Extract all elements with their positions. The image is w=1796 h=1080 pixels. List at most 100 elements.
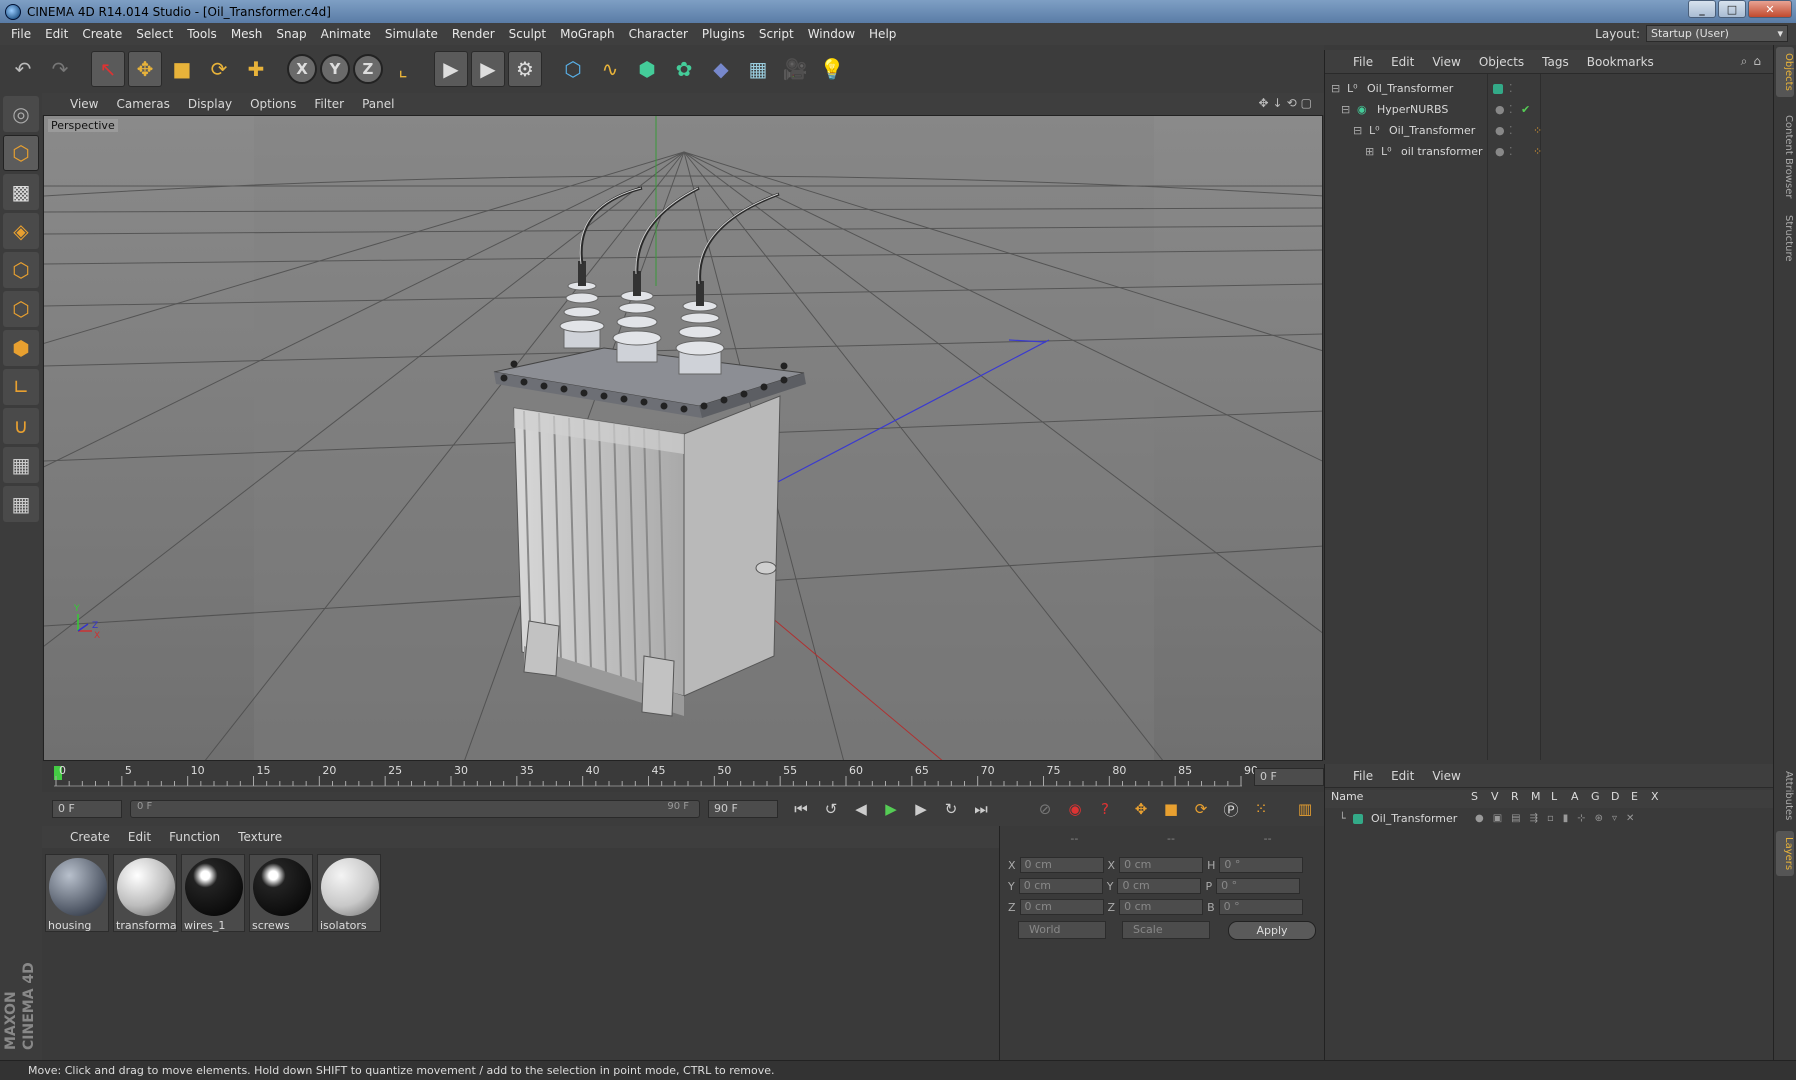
axis-mode-icon[interactable]: ∟ (3, 369, 39, 405)
visibility-dots-icon[interactable]: ⁚ (1509, 124, 1513, 137)
layer-col-xref[interactable]: X (1651, 790, 1671, 808)
viewport-menu-panel[interactable]: Panel (362, 97, 406, 111)
objects-search-icon[interactable]: ⌕⌂ (1741, 54, 1767, 69)
apply-button[interactable]: Apply (1228, 921, 1316, 940)
menu-edit[interactable]: Edit (38, 27, 75, 41)
goto-start-icon[interactable]: ⏮ (788, 796, 814, 822)
menu-mesh[interactable]: Mesh (224, 27, 270, 41)
tab-objects[interactable]: Objects (1776, 47, 1794, 97)
end-frame-field[interactable]: 90 F (708, 800, 778, 818)
rotation-b-field[interactable]: 0 ° (1218, 899, 1303, 915)
layer-col-locked[interactable]: L (1551, 790, 1571, 808)
maximize-button[interactable]: □ (1718, 0, 1746, 18)
texture-mode-icon[interactable]: ▩ (3, 174, 39, 210)
viewport-menu-options[interactable]: Options (250, 97, 308, 111)
live-selection-icon[interactable]: ↖ (91, 51, 125, 87)
material-menu-function[interactable]: Function (169, 830, 220, 844)
rotation-h-field[interactable]: 0 ° (1219, 857, 1304, 873)
layer-col-manager[interactable]: M (1531, 790, 1551, 808)
workplane-lock-icon[interactable]: ▦ (3, 447, 39, 483)
objects-menu-edit[interactable]: Edit (1391, 55, 1414, 69)
points-mode-icon[interactable]: ⬡ (3, 252, 39, 288)
cube-primitive-icon[interactable]: ⬡ (556, 51, 590, 87)
redo-icon[interactable]: ↷ (43, 51, 77, 87)
object-row[interactable]: ⊟ L⁰ Oil_Transformer ● ⁚ ⁘ (1325, 120, 1774, 141)
step-back-icon[interactable]: ◀ (848, 796, 874, 822)
menu-character[interactable]: Character (622, 27, 695, 41)
collapse-icon[interactable]: ⊟ (1331, 82, 1340, 95)
make-editable-icon[interactable]: ◎ (3, 96, 39, 132)
layer-col-deformers[interactable]: D (1611, 790, 1631, 808)
workplane-mode-icon[interactable]: ◈ (3, 213, 39, 249)
timeline-layout-icon[interactable]: ▥ (1292, 796, 1318, 822)
visibility-dots-icon[interactable]: ⁚ (1509, 103, 1513, 116)
menu-create[interactable]: Create (75, 27, 129, 41)
menu-select[interactable]: Select (129, 27, 180, 41)
floor-icon[interactable]: ▦ (741, 51, 775, 87)
collapse-icon[interactable]: ⊟ (1341, 103, 1350, 116)
nurbs-icon[interactable]: ⬢ (630, 51, 664, 87)
last-tool-icon[interactable]: ✚ (239, 51, 273, 87)
menu-plugins[interactable]: Plugins (695, 27, 752, 41)
rotation-p-field[interactable]: 0 ° (1216, 878, 1301, 894)
polygons-mode-icon[interactable]: ⬢ (3, 330, 39, 366)
objects-menu-file[interactable]: File (1353, 55, 1373, 69)
objects-menu-bookmarks[interactable]: Bookmarks (1587, 55, 1654, 69)
minimize-button[interactable]: _ (1688, 0, 1716, 18)
layer-col-view[interactable]: V (1491, 790, 1511, 808)
object-row[interactable]: ⊞ L⁰ oil transformer ● ⁚ ⁘ (1325, 141, 1774, 162)
material-swatch[interactable]: wires_1 (181, 854, 245, 932)
menu-window[interactable]: Window (801, 27, 862, 41)
current-frame-field[interactable]: 0 F (1254, 768, 1324, 786)
material-swatch[interactable]: transforma (113, 854, 177, 932)
layout-select[interactable]: Startup (User) ▾ (1646, 25, 1788, 42)
key-points-icon[interactable]: ⁙ (1248, 796, 1274, 822)
menu-mograph[interactable]: MoGraph (553, 27, 622, 41)
viewport-menu-display[interactable]: Display (188, 97, 244, 111)
record-disabled-icon[interactable]: ⊘ (1032, 796, 1058, 822)
scale-tool-icon[interactable]: ■ (165, 51, 199, 87)
move-tool-icon[interactable]: ✥ (128, 51, 162, 87)
position-x-field[interactable]: 0 cm (1019, 857, 1104, 873)
tab-layers[interactable]: Layers (1776, 831, 1794, 877)
goto-end-icon[interactable]: ⏭ (968, 796, 994, 822)
undo-icon[interactable]: ↶ (6, 51, 40, 87)
viewport-menu-view[interactable]: View (70, 97, 110, 111)
size-z-field[interactable]: 0 cm (1119, 899, 1204, 915)
material-menu-edit[interactable]: Edit (128, 830, 151, 844)
layer-col-generators[interactable]: G (1591, 790, 1611, 808)
layer-col-expressions[interactable]: E (1631, 790, 1651, 808)
tab-content-browser[interactable]: Content Browser (1776, 109, 1794, 204)
spline-icon[interactable]: ∿ (593, 51, 627, 87)
autokey-icon[interactable]: ? (1092, 796, 1118, 822)
record-keys-icon[interactable]: ◉ (1062, 796, 1088, 822)
viewport-nav-icons[interactable]: ✥↓⟲▢ (1258, 96, 1316, 110)
layers-menu-edit[interactable]: Edit (1391, 769, 1414, 783)
perspective-viewport[interactable]: Y Z X Perspective (43, 115, 1323, 761)
render-view-icon[interactable]: ▶ (434, 51, 468, 87)
material-tag-icon[interactable]: ⁘ (1533, 124, 1542, 137)
material-swatch[interactable]: housing (45, 854, 109, 932)
position-y-field[interactable]: 0 cm (1018, 878, 1103, 894)
edges-mode-icon[interactable]: ⬡ (3, 291, 39, 327)
position-z-field[interactable]: 0 cm (1019, 899, 1104, 915)
coordinate-mode-select[interactable]: Scale (1122, 921, 1210, 939)
timeline-ruler[interactable]: 0 5 10 15 20 25 30 35 40 45 50 55 60 65 70 75 80 85 90 0 F (42, 762, 1324, 792)
material-swatch[interactable]: isolators (317, 854, 381, 932)
key-parameter-icon[interactable]: Ⓟ (1218, 796, 1244, 822)
array-icon[interactable]: ✿ (667, 51, 701, 87)
model-mode-icon[interactable]: ⬡ (3, 135, 39, 171)
viewport-menu-cameras[interactable]: Cameras (116, 97, 181, 111)
preview-range-slider[interactable]: 0 F 90 F (130, 800, 700, 818)
menu-snap[interactable]: Snap (269, 27, 313, 41)
render-picture-viewer-icon[interactable]: ▶ (471, 51, 505, 87)
size-y-field[interactable]: 0 cm (1117, 878, 1202, 894)
planar-workplane-icon[interactable]: ▦ (3, 486, 39, 522)
key-position-icon[interactable]: ✥ (1128, 796, 1154, 822)
y-axis-lock-button[interactable]: Y (320, 54, 350, 84)
menu-script[interactable]: Script (752, 27, 801, 41)
deformer-icon[interactable]: ◆ (704, 51, 738, 87)
key-rotation-icon[interactable]: ⟳ (1188, 796, 1214, 822)
coordinate-space-select[interactable]: World (1018, 921, 1106, 939)
layers-menu-view[interactable]: View (1432, 769, 1460, 783)
